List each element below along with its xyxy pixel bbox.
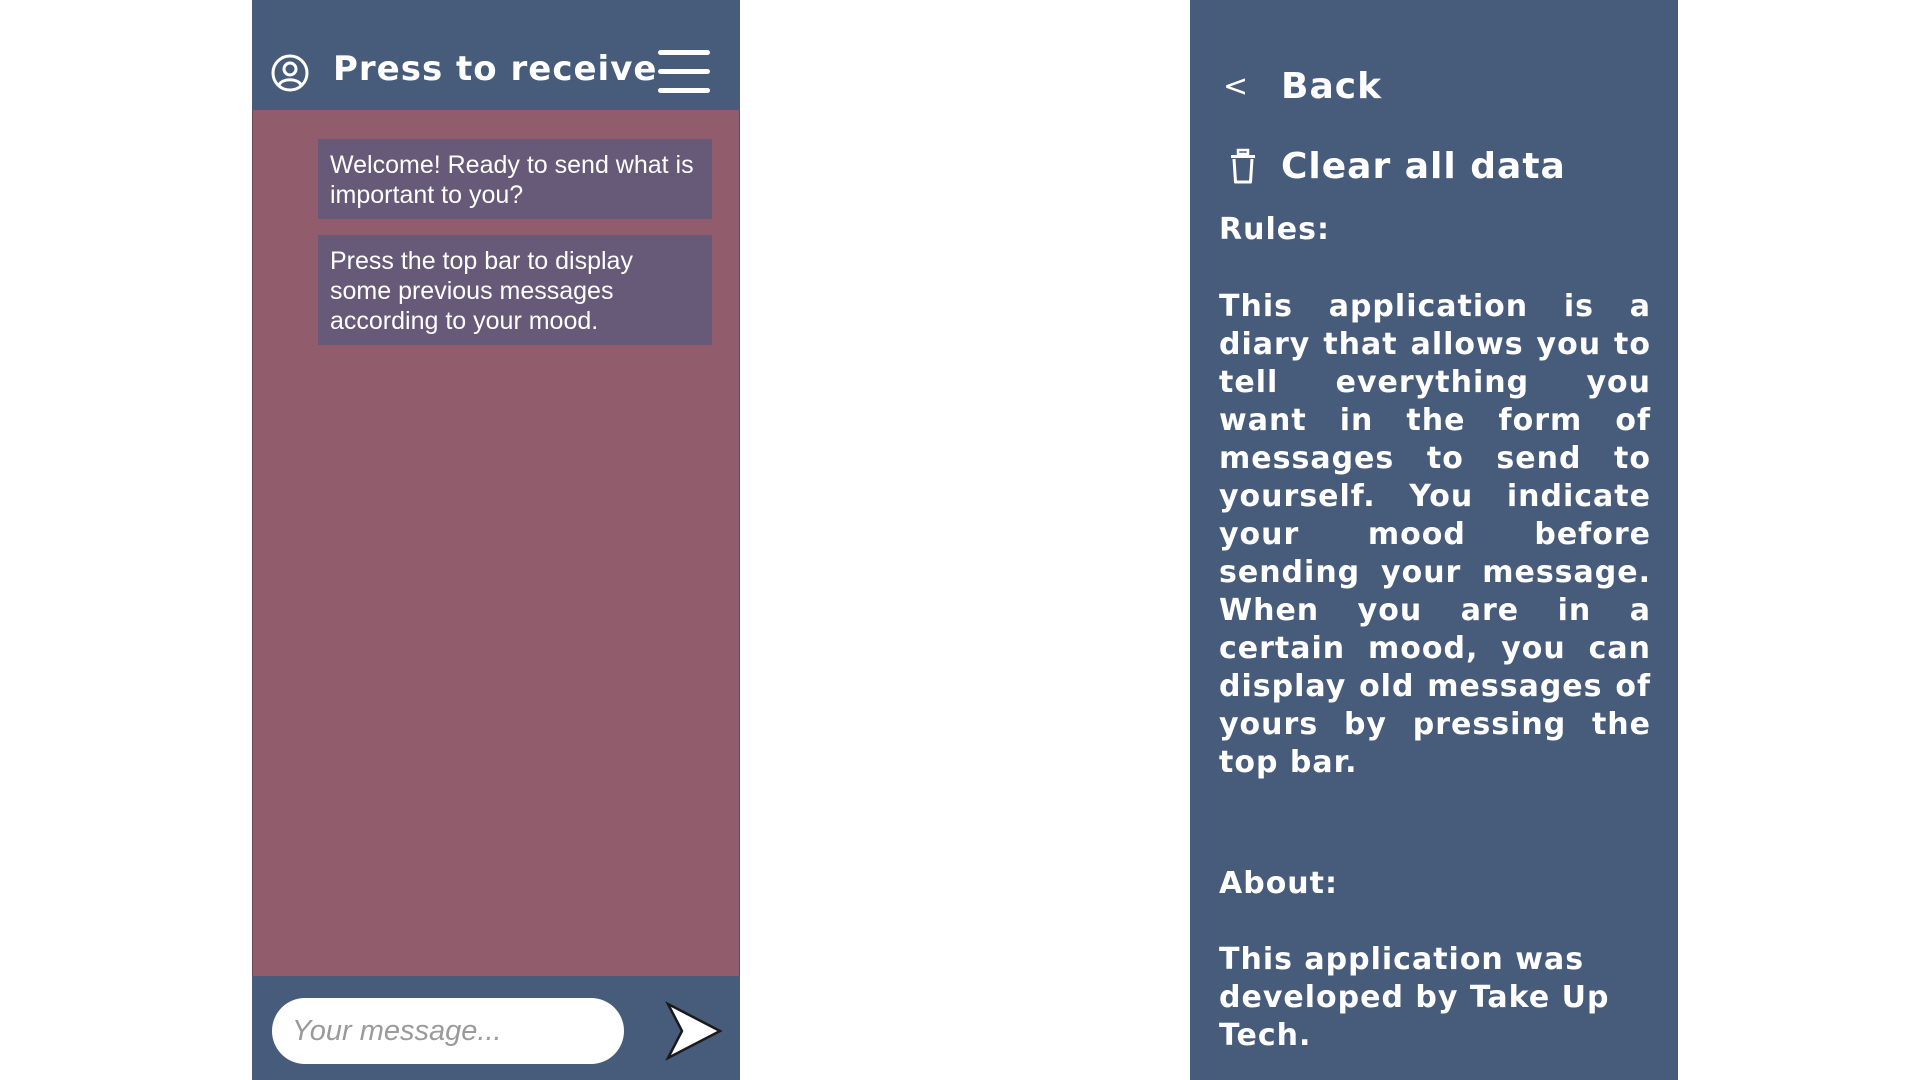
clear-all-data-label[interactable]: Clear all data xyxy=(1281,146,1566,187)
back-chevron-icon[interactable]: < xyxy=(1223,69,1263,104)
back-button[interactable]: < Back xyxy=(1223,64,1382,108)
composer-bar xyxy=(252,976,740,1080)
about-text: This application was developed by Take U… xyxy=(1219,942,1610,1053)
menu-screen: < Back Clear all data Rules: This applic… xyxy=(1190,0,1678,1080)
message-bubble: Welcome! Ready to send what is important… xyxy=(318,139,712,219)
clear-all-data-button[interactable]: Clear all data xyxy=(1223,143,1566,189)
about-heading: About: xyxy=(1219,866,1338,901)
message-input[interactable] xyxy=(272,998,624,1064)
top-bar-title[interactable]: Press to receive xyxy=(333,49,657,89)
rules-text: This application is a diary that allows … xyxy=(1219,289,1651,780)
message-list[interactable]: Welcome! Ready to send what is important… xyxy=(252,110,740,976)
hamburger-menu-icon[interactable] xyxy=(658,48,710,96)
back-label[interactable]: Back xyxy=(1281,66,1382,107)
message-bubble: Press the top bar to display some previo… xyxy=(318,235,712,345)
chat-screen: Press to receive Welcome! Ready to send … xyxy=(252,0,740,1080)
user-circle-icon[interactable] xyxy=(270,53,310,93)
rules-heading: Rules: xyxy=(1219,212,1330,247)
send-arrow-icon[interactable] xyxy=(664,1000,724,1062)
top-bar[interactable]: Press to receive xyxy=(252,0,740,110)
trash-icon[interactable] xyxy=(1223,146,1263,186)
